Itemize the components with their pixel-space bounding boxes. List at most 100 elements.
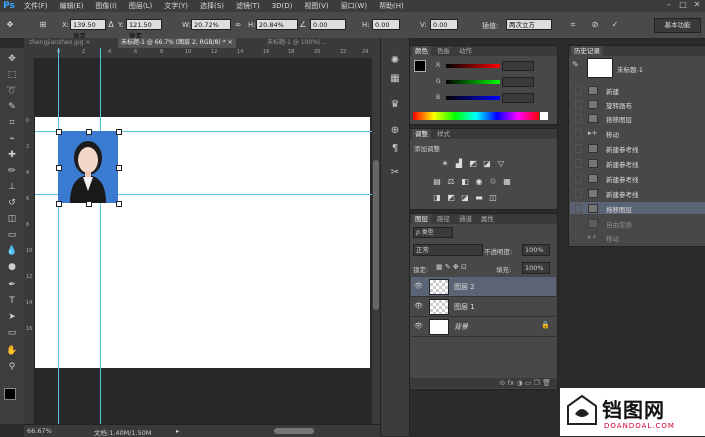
layers-footer-buttons[interactable]: ⊝ fx ◑ ▭ ❐ 🗑 bbox=[410, 378, 557, 388]
tool-presets-icon[interactable]: ✂ bbox=[388, 166, 402, 180]
h-skew-field[interactable]: 0.00 bbox=[372, 19, 400, 30]
transform-handle[interactable] bbox=[86, 129, 92, 135]
layer-row-layer-2[interactable]: 👁 图层 2 bbox=[411, 277, 556, 297]
interpolation-select[interactable]: 两次立方 bbox=[506, 19, 552, 30]
quick-select-tool-icon[interactable]: ✎ bbox=[4, 100, 20, 114]
history-brush-source-icon[interactable]: ✎ bbox=[572, 60, 582, 70]
menu-view[interactable]: 视图(V) bbox=[298, 0, 334, 12]
clone-source-icon[interactable]: ⊕ bbox=[388, 124, 402, 138]
guide-vertical[interactable] bbox=[100, 48, 101, 424]
path-selection-tool-icon[interactable]: ➤ bbox=[4, 310, 20, 324]
tab-styles[interactable]: 样式 bbox=[434, 129, 453, 139]
tab-actions[interactable]: 动作 bbox=[456, 46, 475, 56]
levels-icon[interactable]: ▟ bbox=[454, 159, 464, 169]
tab-history[interactable]: 历史记录 bbox=[571, 46, 603, 56]
brightness-icon[interactable]: ☀ bbox=[440, 159, 450, 169]
history-item[interactable]: 新建参考线 bbox=[570, 187, 705, 199]
zoom-level[interactable]: 66.67% bbox=[27, 427, 52, 435]
v-skew-field[interactable]: 0.00 bbox=[430, 19, 458, 30]
clone-stamp-tool-icon[interactable]: ⊥ bbox=[4, 180, 20, 194]
blue-slider[interactable] bbox=[446, 96, 500, 100]
move-tool-icon[interactable]: ✥ bbox=[4, 52, 20, 66]
white-swatch[interactable] bbox=[540, 112, 548, 120]
spectrum-bar[interactable] bbox=[413, 112, 539, 120]
curves-icon[interactable]: ◩ bbox=[468, 159, 478, 169]
menu-3d[interactable]: 3D(D) bbox=[266, 0, 299, 12]
layer-row-layer-1[interactable]: 👁 图层 1 bbox=[411, 297, 556, 317]
color-balance-icon[interactable]: ⚖ bbox=[446, 177, 456, 187]
green-slider[interactable] bbox=[446, 80, 500, 84]
crop-tool-icon[interactable]: ⌗ bbox=[4, 116, 20, 130]
eyedropper-tool-icon[interactable]: ⌁ bbox=[4, 132, 20, 146]
pen-tool-icon[interactable]: ✒ bbox=[4, 278, 20, 292]
foreground-color-swatch[interactable] bbox=[4, 388, 16, 400]
transform-handle[interactable] bbox=[116, 201, 122, 207]
transform-handle[interactable] bbox=[116, 165, 122, 171]
gradient-tool-icon[interactable]: ▭ bbox=[4, 228, 20, 242]
dodge-tool-icon[interactable]: ● bbox=[4, 260, 20, 274]
foreground-color-swatch[interactable] bbox=[414, 60, 426, 72]
brush-presets-icon[interactable]: ♛ bbox=[388, 98, 402, 112]
tab-adjustments[interactable]: 调整 bbox=[412, 129, 431, 139]
marquee-tool-icon[interactable]: ⬚ bbox=[4, 68, 20, 82]
menu-file[interactable]: 文件(F) bbox=[18, 0, 54, 12]
workspace-select[interactable]: 基本功能 bbox=[654, 18, 701, 33]
tab-swatches[interactable]: 色板 bbox=[434, 46, 453, 56]
selective-color-icon[interactable]: ◫ bbox=[488, 193, 498, 203]
lasso-tool-icon[interactable]: ➰ bbox=[4, 84, 20, 98]
menu-window[interactable]: 窗口(W) bbox=[335, 0, 373, 12]
type-tool-icon[interactable]: T bbox=[4, 294, 20, 308]
visibility-eye-icon[interactable]: 👁 bbox=[414, 302, 423, 310]
history-brush-tool-icon[interactable]: ↺ bbox=[4, 196, 20, 210]
transform-handle[interactable] bbox=[86, 201, 92, 207]
layer-filter-select[interactable]: ρ 类型 bbox=[413, 227, 453, 238]
blur-tool-icon[interactable]: 💧 bbox=[4, 244, 20, 258]
scrollbar-thumb[interactable] bbox=[373, 160, 379, 310]
photo-filter-icon[interactable]: ◉ bbox=[474, 177, 484, 187]
gradient-map-icon[interactable]: ▬ bbox=[474, 193, 484, 203]
cancel-transform-icon[interactable]: ⊘ bbox=[590, 19, 600, 30]
healing-brush-tool-icon[interactable]: ✚ bbox=[4, 148, 20, 162]
history-item[interactable]: 新建参考线 bbox=[570, 172, 705, 184]
blue-field[interactable] bbox=[502, 93, 534, 103]
snapshot-thumbnail[interactable] bbox=[587, 58, 613, 78]
history-item[interactable]: 新建参考线 bbox=[570, 157, 705, 169]
swatches-icon[interactable]: ▦ bbox=[388, 72, 402, 86]
move-tool-preset-icon[interactable]: ✥ bbox=[5, 19, 15, 30]
menu-type[interactable]: 文字(Y) bbox=[158, 0, 194, 12]
history-item[interactable]: 新建参考线 bbox=[570, 142, 705, 154]
channel-mixer-icon[interactable]: ♲ bbox=[488, 177, 498, 187]
menu-filter[interactable]: 滤镜(T) bbox=[230, 0, 266, 12]
transform-handle[interactable] bbox=[56, 165, 62, 171]
opacity-field[interactable]: 100% bbox=[522, 244, 550, 256]
tab-untitled-1-100[interactable]: 未标题-1 @ 100%(... bbox=[264, 38, 329, 48]
link-icon[interactable]: ∞ bbox=[233, 19, 243, 30]
zoom-tool-icon[interactable]: ⚲ bbox=[4, 360, 20, 374]
rectangle-tool-icon[interactable]: ▭ bbox=[4, 326, 20, 340]
commit-transform-icon[interactable]: ✓ bbox=[610, 19, 620, 30]
x-field[interactable]: 139.50 像素 bbox=[70, 19, 106, 40]
menu-select[interactable]: 选择(S) bbox=[194, 0, 230, 12]
hand-tool-icon[interactable]: ✋ bbox=[4, 344, 20, 358]
tab-untitled-1[interactable]: 未标题-1 @ 66.7% (图层 2, RGB/8) * × bbox=[118, 38, 236, 48]
menu-help[interactable]: 帮助(H) bbox=[373, 0, 410, 12]
status-arrow-icon[interactable]: ▸ bbox=[176, 427, 179, 435]
history-item[interactable]: 新建 bbox=[570, 84, 705, 96]
hue-saturation-icon[interactable]: ▤ bbox=[432, 177, 442, 187]
close-window-button[interactable]: ✕ bbox=[693, 1, 701, 9]
y-field[interactable]: 121.50 像素 bbox=[126, 19, 162, 40]
history-item-undone[interactable]: ▸+ 移动 bbox=[570, 231, 705, 243]
history-item[interactable]: 旋转画布 bbox=[570, 98, 705, 110]
menu-edit[interactable]: 编辑(E) bbox=[54, 0, 90, 12]
angle-field[interactable]: 0.00 bbox=[310, 19, 346, 30]
red-field[interactable] bbox=[502, 61, 534, 71]
history-item[interactable]: 拖移图层 bbox=[570, 112, 705, 124]
tab-color[interactable]: 颜色 bbox=[412, 46, 431, 56]
history-item-undone[interactable]: 自由变换 bbox=[570, 217, 705, 229]
tab-layers[interactable]: 图层 bbox=[412, 214, 431, 224]
minimize-button[interactable]: – bbox=[665, 1, 673, 9]
color-lookup-icon[interactable]: ▦ bbox=[502, 177, 512, 187]
transform-handle[interactable] bbox=[56, 201, 62, 207]
paragraph-icon[interactable]: ¶ bbox=[388, 142, 402, 156]
posterize-icon[interactable]: ◩ bbox=[446, 193, 456, 203]
